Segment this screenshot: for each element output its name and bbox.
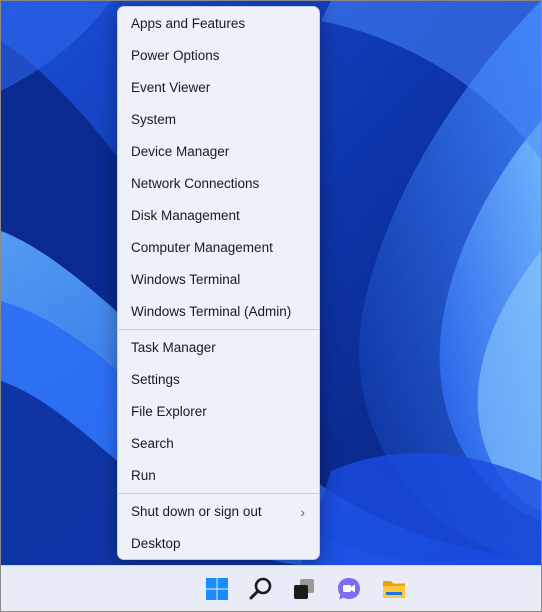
file-explorer-icon[interactable] — [380, 575, 408, 603]
windows-start-icon[interactable] — [203, 575, 231, 603]
menu-item-disk-management[interactable]: Disk Management — [118, 200, 319, 232]
chevron-right-icon: › — [300, 504, 305, 520]
menu-item-desktop[interactable]: Desktop — [118, 528, 319, 560]
menu-item-windows-terminal-admin[interactable]: Windows Terminal (Admin) — [118, 296, 319, 328]
menu-item-system[interactable]: System — [118, 104, 319, 136]
menu-item-computer-management[interactable]: Computer Management — [118, 232, 319, 264]
menu-separator — [118, 329, 319, 330]
menu-item-search[interactable]: Search — [118, 428, 319, 460]
task-view-icon[interactable] — [290, 575, 318, 603]
desktop-screen: Apps and Features Power Options Event Vi… — [0, 0, 542, 612]
taskbar — [1, 565, 541, 611]
menu-item-windows-terminal[interactable]: Windows Terminal — [118, 264, 319, 296]
menu-item-apps-and-features[interactable]: Apps and Features — [118, 8, 319, 40]
search-icon[interactable] — [247, 575, 275, 603]
menu-item-file-explorer[interactable]: File Explorer — [118, 396, 319, 428]
menu-item-run[interactable]: Run — [118, 460, 319, 492]
menu-item-settings[interactable]: Settings — [118, 364, 319, 396]
quick-link-menu: Apps and Features Power Options Event Vi… — [117, 6, 320, 560]
teams-chat-icon[interactable] — [335, 575, 363, 603]
menu-item-label: Shut down or sign out — [131, 504, 262, 519]
menu-item-shut-down-or-sign-out[interactable]: Shut down or sign out › — [118, 496, 319, 528]
menu-item-device-manager[interactable]: Device Manager — [118, 136, 319, 168]
menu-separator — [118, 493, 319, 494]
menu-item-network-connections[interactable]: Network Connections — [118, 168, 319, 200]
menu-item-event-viewer[interactable]: Event Viewer — [118, 72, 319, 104]
menu-item-task-manager[interactable]: Task Manager — [118, 332, 319, 364]
menu-item-power-options[interactable]: Power Options — [118, 40, 319, 72]
